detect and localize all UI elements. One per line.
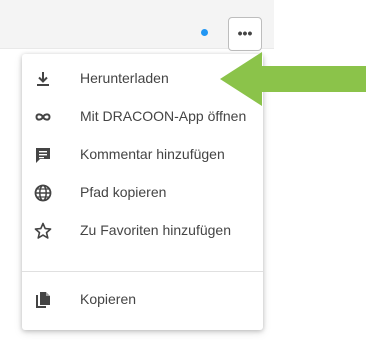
globe-icon (34, 184, 52, 202)
menu-item-label: Kopieren (80, 291, 137, 307)
toolbar: ••• (0, 0, 274, 51)
copy-icon (36, 292, 50, 308)
menu-item-copy[interactable]: Kopieren (22, 281, 263, 319)
menu-item-label: Pfad kopieren (80, 184, 167, 200)
menu-item-add-comment[interactable]: Kommentar hinzufügen (22, 136, 263, 174)
download-icon (37, 72, 49, 86)
comment-icon (36, 148, 50, 163)
menu-item-label: Kommentar hinzufügen (80, 146, 225, 162)
menu-item-label: Herunterladen (80, 70, 169, 86)
menu-item-copy-path[interactable]: Pfad kopieren (22, 174, 263, 212)
infinity-icon (35, 113, 51, 121)
menu-item-add-favorite[interactable]: Zu Favoriten hinzufügen (22, 212, 263, 250)
screen: ••• Herunterladen Mit DRACOON-App öffnen… (0, 0, 366, 340)
annotation-arrow (220, 52, 366, 106)
menu-divider (22, 271, 263, 272)
menu-item-label: Mit DRACOON-App öffnen (80, 108, 247, 124)
more-options-button[interactable]: ••• (228, 17, 262, 51)
status-dot (201, 29, 208, 36)
menu-item-label: Zu Favoriten hinzufügen (80, 222, 231, 238)
star-icon (34, 222, 52, 239)
